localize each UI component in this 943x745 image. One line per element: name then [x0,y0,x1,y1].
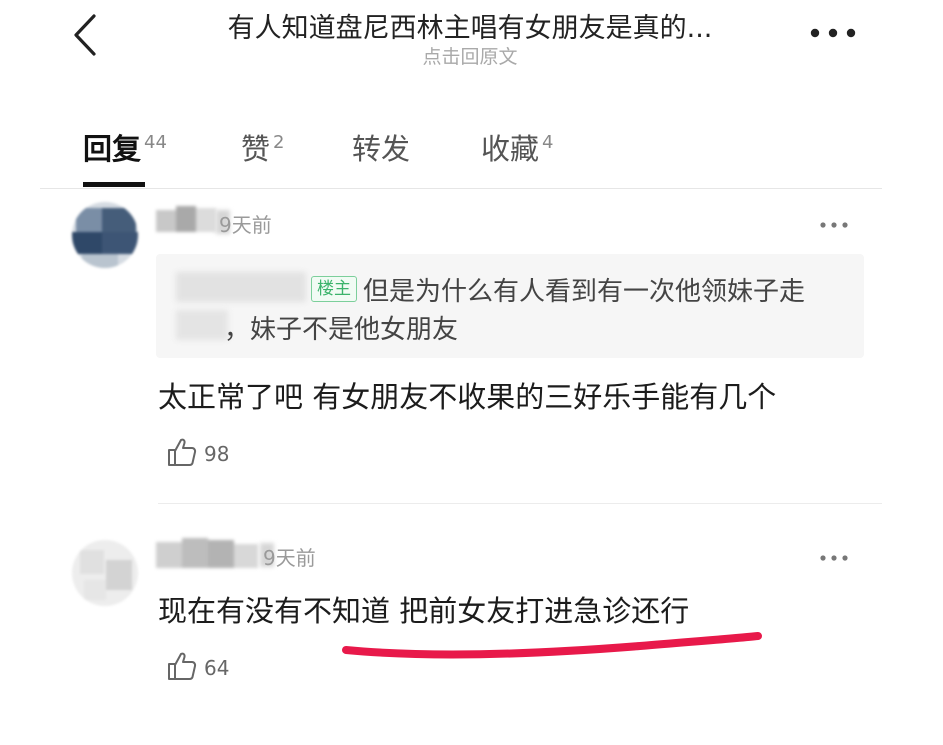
username[interactable] [156,538,258,572]
quote-text: 但是为什么有人看到有一次他领妹子走 [363,277,806,307]
chevron-left-icon [74,14,96,56]
tab-label: 回复 [83,132,142,166]
tab-count: 44 [144,132,167,154]
blurred-text [176,310,228,340]
back-button[interactable] [68,12,108,58]
tab-count: 4 [542,132,554,154]
quoted-reply[interactable]: 楼主 但是为什么有人看到有一次他领妹子走 ，妹子不是他女朋友 [156,254,864,358]
tab-bar: 回复 44 赞2 转发 收藏 4 [0,118,943,190]
more-horizontal-icon [820,222,848,228]
thumbs-up-icon [168,438,197,466]
view-original-link[interactable]: 点击回原文 [170,42,770,69]
active-tab-indicator [83,182,145,187]
divider [40,188,882,189]
tab-label: 收藏 [481,132,540,166]
comment-text: 现在有没有不知道 把前女友打进急诊还行 [158,594,690,628]
blurred-username [176,272,306,302]
thumbs-up-icon [168,652,197,680]
like-count: 64 [204,656,230,680]
comment-more-button[interactable] [818,216,850,228]
divider [158,503,882,504]
comment-text: 太正常了吧 有女朋友不收果的三好乐手能有几个 [158,380,777,414]
timestamp: 9天前 [263,546,316,570]
tab-reposts[interactable]: 转发 [352,126,410,168]
quote-text: ，妹子不是他女朋友 [224,315,459,345]
tab-replies[interactable]: 回复 44 [83,126,167,168]
tab-favorites[interactable]: 收藏 4 [481,126,553,168]
tab-label: 赞 [241,132,271,166]
top-bar: 有人知道盘尼西林主唱有女朋友是真的... 点击回原文 [0,0,943,90]
timestamp: 9天前 [219,213,272,237]
username[interactable] [156,204,216,238]
red-underline-annotation [342,632,762,659]
avatar[interactable] [72,540,138,606]
tab-label: 转发 [352,132,411,166]
more-horizontal-icon [820,555,848,561]
like-count: 98 [204,442,230,466]
avatar[interactable] [72,202,138,268]
op-badge: 楼主 [311,276,357,302]
tab-count: 2 [273,132,285,154]
comment-more-button[interactable] [818,549,850,561]
more-horizontal-icon [810,28,856,38]
tab-likes[interactable]: 赞2 [241,126,284,168]
more-button[interactable] [806,22,860,44]
page-title: 有人知道盘尼西林主唱有女朋友是真的... [227,13,713,44]
